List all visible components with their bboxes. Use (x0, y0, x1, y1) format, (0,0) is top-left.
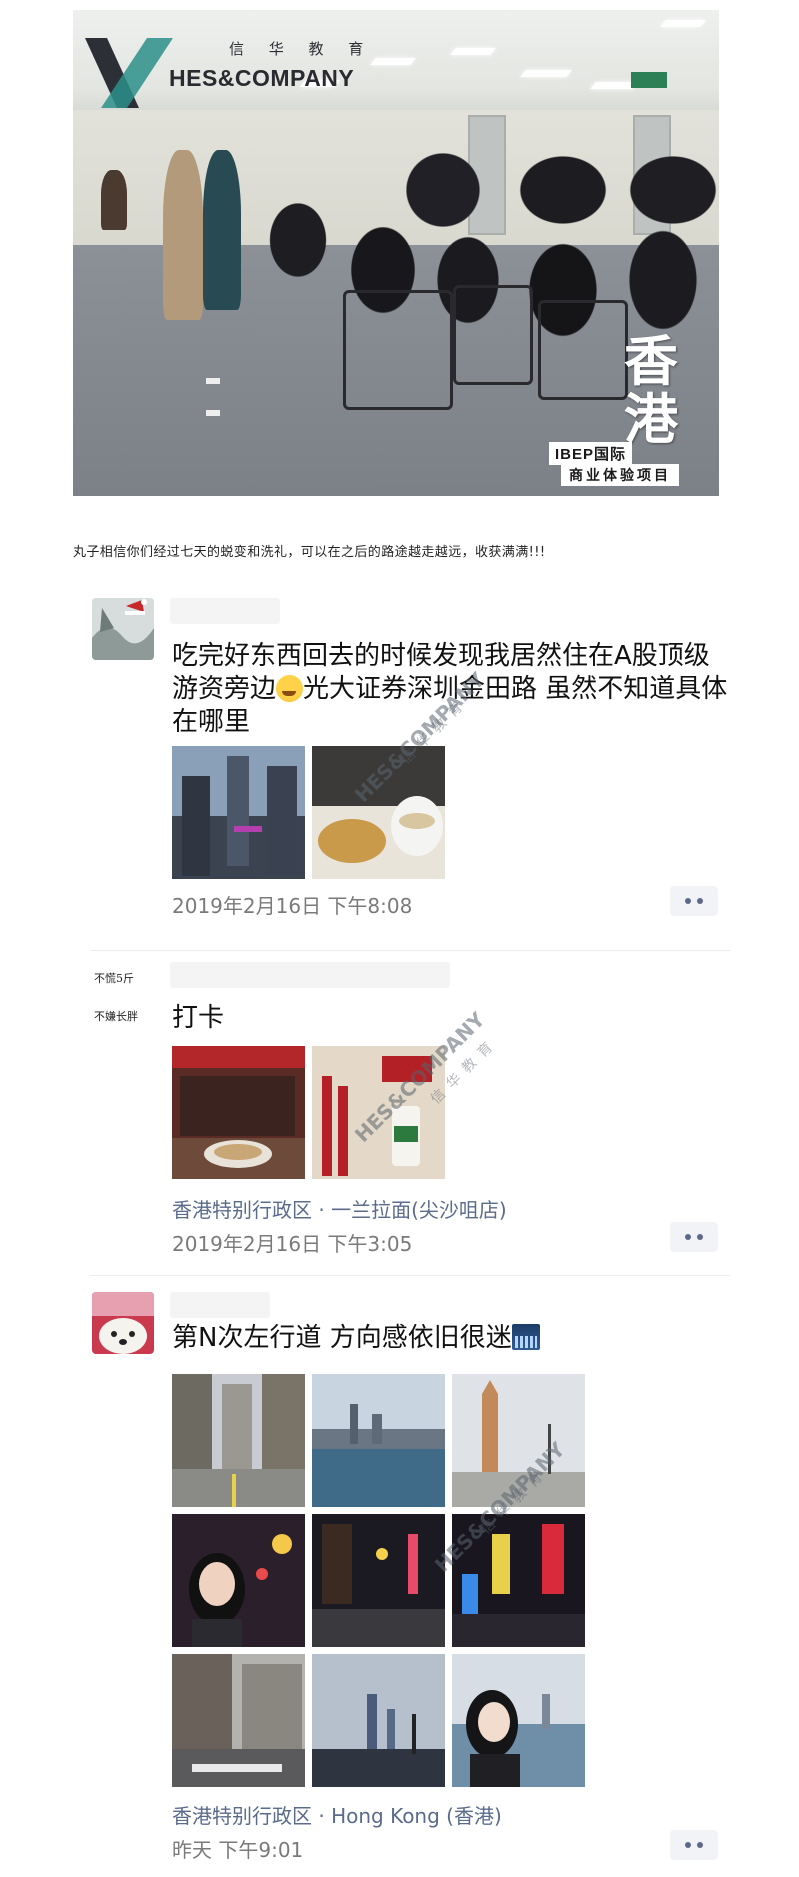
post-location-link[interactable]: 香港特别行政区 · Hong Kong (香港) (172, 1800, 502, 1829)
post-text-part: 第N次左行道 方向感依旧很迷 (172, 1323, 512, 1353)
seal-tag-project: 商业体验项目 (561, 464, 679, 486)
floor-marker (206, 378, 220, 384)
divider (90, 1275, 730, 1276)
dot-icon (685, 1842, 691, 1848)
logo-chinese: 信 华 教 育 (229, 40, 374, 58)
night-selfie-photo (172, 1514, 305, 1647)
dot-icon (697, 1234, 703, 1240)
divider (90, 950, 730, 951)
ramen-photo (172, 1046, 305, 1179)
post-timestamp: 昨天 下午9:01 (172, 1838, 304, 1862)
avatar-text: 不慌5斤 (94, 972, 134, 985)
chair (453, 285, 533, 385)
dog-avatar-image (92, 1292, 154, 1354)
post-text: 第N次左行道 方向感依旧很迷 (172, 1322, 732, 1355)
avatar-text: 不嫌长胖 (94, 1010, 138, 1023)
night-street-photo (312, 1514, 445, 1647)
comment-more-button[interactable] (670, 1830, 718, 1860)
ceiling-light (450, 48, 496, 55)
ibep-seal: 香港 IBEP国际 商业体验项目 (547, 329, 707, 486)
username-blurred[interactable] (170, 962, 450, 988)
post-photo[interactable] (172, 746, 305, 879)
avatar[interactable]: 不慌5斤 不嫌长胖 (92, 966, 154, 1028)
person (101, 170, 127, 230)
ceiling-light (370, 58, 416, 65)
city-night-emoji-icon (511, 1324, 540, 1350)
standing-person (163, 150, 203, 320)
post-timestamp: 2019年2月16日 下午3:05 (172, 1232, 413, 1256)
post-photo[interactable] (312, 1654, 445, 1787)
standing-person (203, 150, 241, 310)
dot-icon (697, 1842, 703, 1848)
username-blurred[interactable] (170, 1292, 270, 1318)
avatar-image (92, 598, 154, 660)
post-location-link[interactable]: 香港特别行政区 · 一兰拉面(尖沙咀店) (172, 1194, 507, 1223)
comment-more-button[interactable] (670, 886, 718, 916)
dot-icon (697, 898, 703, 904)
caption-text: 丸子相信你们经过七天的蜕变和洗礼，可以在之后的路途越走越远，收获满满!!! (73, 545, 546, 560)
post-photo[interactable] (312, 1514, 445, 1647)
comment-more-button[interactable] (670, 1222, 718, 1252)
dot-icon (685, 1234, 691, 1240)
dot-icon (685, 898, 691, 904)
laughing-crying-emoji-icon (276, 675, 304, 702)
hero-photo: 信 华 教 育 HES&COMPANY 香港 IBEP国际 商业体验项目 (73, 10, 719, 496)
username-blurred[interactable] (170, 598, 280, 624)
post-photo[interactable] (172, 1374, 305, 1507)
post-photo[interactable] (452, 1654, 585, 1787)
post-photo[interactable] (312, 1374, 445, 1507)
exit-sign (631, 72, 667, 88)
avatar[interactable] (92, 598, 154, 660)
moments-post: 不慌5斤 不嫌长胖 打卡 香港特别行政区 · 一兰拉面(尖沙咀店) 2019年2… (90, 960, 730, 1260)
chair (343, 290, 453, 410)
harbour-photo (312, 1374, 445, 1507)
post-photo[interactable] (172, 1654, 305, 1787)
seal-hongkong: 香港 (624, 329, 678, 451)
seal-tag-ibep: IBEP国际 (549, 442, 633, 465)
avatar[interactable] (92, 1292, 154, 1354)
harbour-selfie-photo (452, 1654, 585, 1787)
hes-logo-mark (85, 38, 173, 108)
ceiling-light (660, 20, 706, 27)
floor-marker (206, 410, 220, 416)
skyline-dusk-photo (312, 1654, 445, 1787)
moments-post: 吃完好东西回去的时候发现我居然住在A股顶级游资旁边 光大证券深圳金田路 虽然不知道… (90, 590, 730, 950)
city-tower-photo (172, 746, 305, 879)
moments-post: 第N次左行道 方向感依旧很迷 香港特别行政区 · Hong Kong (香港) … (90, 1290, 730, 1877)
post-timestamp: 2019年2月16日 下午8:08 (172, 894, 413, 918)
logo-english: HES&COMPANY (169, 65, 355, 91)
carpark-street-photo (172, 1654, 305, 1787)
post-photo[interactable] (172, 1046, 305, 1179)
street-photo (172, 1374, 305, 1507)
post-photo[interactable] (172, 1514, 305, 1647)
ceiling-light (520, 70, 572, 77)
